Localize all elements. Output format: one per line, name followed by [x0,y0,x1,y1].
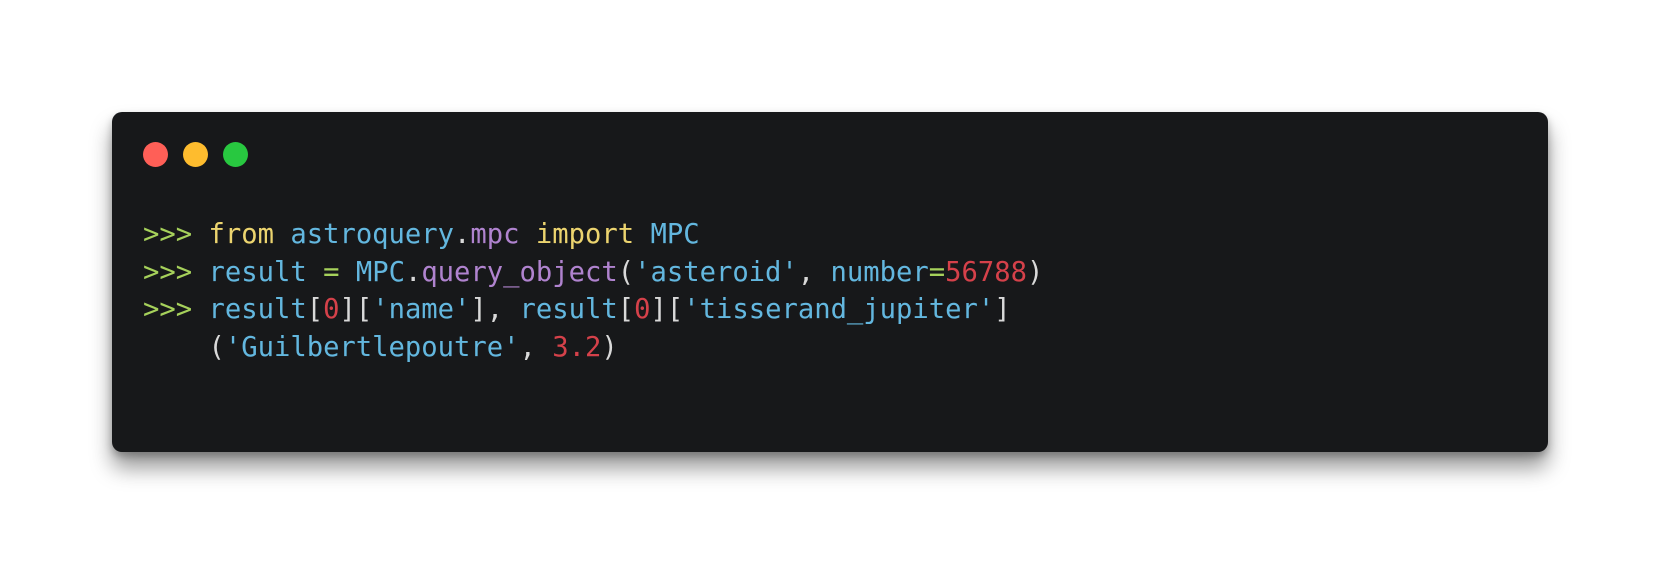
code-token-identifier: astroquery [290,219,455,250]
window-titlebar [112,112,1548,172]
code-token-keyword: from [208,219,274,250]
code-token-punctuation: ][ [339,294,373,325]
maximize-window-button[interactable] [223,142,248,167]
code-token-punctuation [634,219,650,250]
code-token-punctuation: ][ [650,294,684,325]
code-block: >>> from astroquery.mpc import MPC >>> re… [143,216,1043,366]
code-token-identifier: 'Guilbertlepoutre' [224,331,520,363]
code-line: >>> result[0]['name'], result[0]['tisser… [143,291,1043,329]
code-token-attribute: query_object [421,256,618,288]
minimize-window-button[interactable] [183,142,208,167]
code-token-punctuation [339,257,355,288]
code-token-punctuation: ( [617,256,635,288]
code-token-prompt: >>> [143,294,209,325]
code-token-number: 0 [634,294,651,325]
code-token-punctuation: . [454,219,471,250]
code-token-punctuation: ) [601,331,618,363]
close-window-button[interactable] [143,142,168,167]
code-token-identifier: result [519,294,618,325]
code-token-identifier: 'name' [372,294,471,325]
code-token-identifier: number [830,256,929,288]
code-token-punctuation [274,219,290,250]
code-token-prompt: = [323,256,340,288]
code-token-punctuation: [ [306,294,324,325]
terminal-window: >>> from astroquery.mpc import MPC >>> re… [112,112,1548,452]
code-token-punctuation: [ [617,294,635,325]
code-token-identifier: result [208,256,307,288]
code-token-identifier: 'asteroid' [634,256,798,288]
code-token-punctuation: , [519,331,553,363]
code-token-punctuation: . [404,256,422,288]
code-token-punctuation: ], [470,294,520,325]
code-token-punctuation: ] [994,294,1011,325]
code-token-prompt: >>> [143,256,209,288]
code-token-punctuation [143,332,208,363]
code-token-identifier: MPC [355,256,405,288]
code-token-punctuation [520,219,536,250]
code-token-prompt: = [928,256,946,288]
code-token-identifier: 'tisserand_jupiter' [683,294,995,325]
code-token-punctuation: , [797,256,831,288]
code-token-punctuation: ( [208,331,225,363]
code-line: >>> from astroquery.mpc import MPC [143,216,1043,254]
code-token-number: 3.2 [552,331,602,363]
code-token-prompt: >>> [143,219,209,250]
code-token-identifier: result [208,294,307,325]
code-line: >>> result = MPC.query_object('asteroid'… [143,254,1043,292]
code-token-number: 0 [323,294,340,325]
code-token-punctuation [307,257,323,288]
code-token-attribute: mpc [470,219,520,250]
code-token-punctuation: ) [1026,256,1044,288]
code-token-keyword: import [535,219,635,250]
code-line: ('Guilbertlepoutre', 3.2) [143,329,1043,367]
code-token-identifier: MPC [650,219,700,250]
code-token-number: 56788 [945,256,1027,288]
